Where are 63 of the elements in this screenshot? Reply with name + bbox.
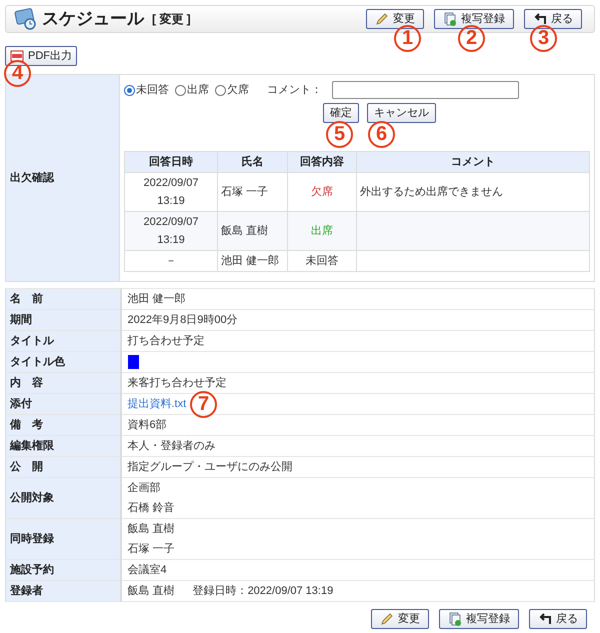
field-value: 2022年9月8日9時00分	[128, 313, 238, 328]
column-header: コメント	[356, 152, 590, 172]
pencil-icon	[375, 12, 389, 26]
back-button[interactable]: 戻る	[524, 9, 582, 29]
attendance-radio[interactable]: 未回答	[124, 82, 169, 98]
document-copy-icon	[448, 612, 462, 626]
field-label: 内 容	[6, 372, 120, 394]
table-cell: －	[124, 250, 218, 272]
callout-number: 3	[530, 25, 557, 52]
field-label: 期間	[6, 310, 120, 330]
field-value: 石橋 鈴音	[128, 500, 175, 516]
field-label: 同時登録	[6, 518, 120, 560]
field-label: 編集権限	[6, 436, 120, 456]
page-title: スケジュール	[42, 8, 144, 30]
callout-number: 6	[368, 121, 395, 148]
field-label: 公 開	[6, 456, 120, 478]
field-label: タイトル色	[6, 352, 120, 372]
field-label: 登録者	[6, 580, 120, 602]
callout-number: 7	[190, 391, 217, 418]
field-value: 登録日時：2022/09/07 13:19	[192, 584, 334, 599]
copy-button[interactable]: 複写登録	[439, 609, 519, 629]
back-button[interactable]: 戻る	[529, 609, 587, 629]
pdf-export-button[interactable]: PDF出力	[5, 46, 77, 66]
field-value: 石塚 一子	[128, 542, 175, 557]
field-label: 備 考	[6, 414, 120, 436]
comment-field[interactable]	[332, 81, 519, 99]
field-value: 資料6部	[128, 418, 167, 433]
back-arrow-icon	[538, 612, 552, 626]
mode-label: [ 変更 ]	[152, 11, 191, 28]
field-value: 企画部	[128, 480, 160, 496]
attendance-radio[interactable]: 出席	[175, 82, 209, 98]
attendance-radio[interactable]: 欠席	[215, 82, 249, 98]
calendar-clock-icon	[14, 7, 38, 31]
field-label: 名 前	[6, 288, 120, 310]
field-value: 指定グループ・ユーザにのみ公開	[128, 460, 292, 475]
field-value: 会議室4	[128, 562, 167, 578]
edit-button[interactable]: 変更	[371, 609, 429, 629]
edit-button[interactable]: 変更	[366, 9, 424, 29]
attachment-link[interactable]: 提出資料.txt	[128, 398, 186, 410]
field-value: 打ち合わせ予定	[128, 334, 204, 349]
field-value: 本人・登録者のみ	[128, 439, 216, 454]
field-label: タイトル	[6, 330, 120, 352]
callout-number: 2	[458, 25, 485, 52]
table-cell: 未回答	[288, 250, 356, 272]
field-value: 来客打ち合わせ予定	[128, 376, 226, 391]
column-header: 回答日時	[124, 152, 218, 172]
field-label: 公開対象	[6, 478, 120, 518]
cancel-button[interactable]: キャンセル	[367, 103, 436, 123]
table-cell: 池田 健一郎	[218, 250, 288, 272]
field-value: 池田 健一郎	[128, 292, 186, 307]
comment-label: コメント：	[267, 82, 322, 98]
field-label: 施設予約	[6, 560, 120, 580]
callout-number: 5	[326, 121, 353, 148]
callout-number: 1	[394, 25, 421, 52]
pencil-icon	[380, 612, 394, 626]
back-arrow-icon	[533, 12, 547, 26]
confirm-button[interactable]: 確定	[323, 103, 359, 123]
field-value: 飯島 直樹	[128, 522, 175, 537]
field-label: 添付	[6, 394, 120, 414]
field-value: 飯島 直樹	[128, 584, 175, 599]
document-copy-icon	[443, 12, 457, 26]
pdf-icon	[10, 50, 24, 62]
copy-button[interactable]: 複写登録	[434, 9, 514, 29]
